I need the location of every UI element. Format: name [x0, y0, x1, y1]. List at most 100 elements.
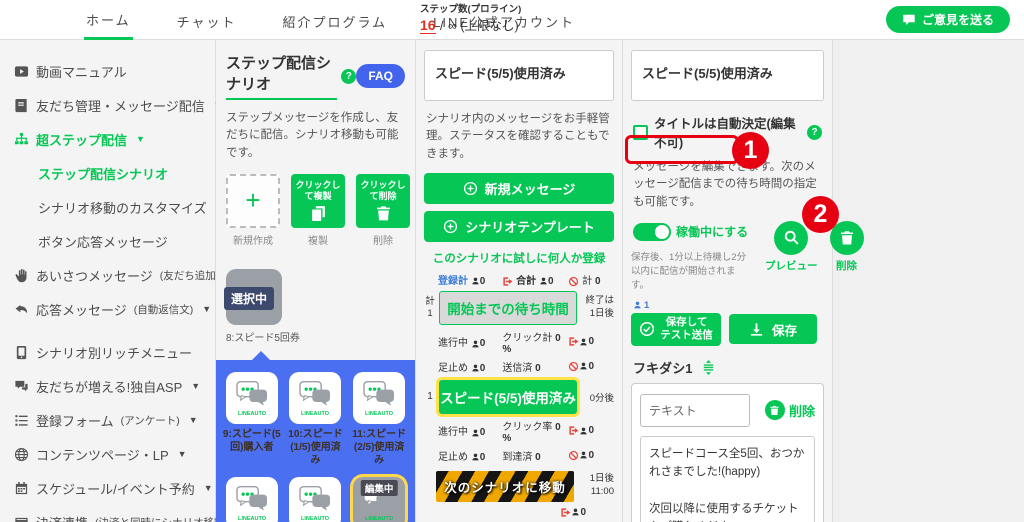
duplicate-scenario-button[interactable]: クリックして複製 複製 — [291, 173, 345, 247]
chat-bubbles-icon — [14, 379, 29, 394]
new-scenario-button[interactable]: + 新規作成 — [226, 173, 280, 247]
help-icon[interactable]: ? — [807, 124, 822, 140]
sidebar-label: 決済連携 — [36, 513, 88, 522]
nav-home[interactable]: ホーム — [84, 0, 133, 40]
scenario-tile-9[interactable]: LINEAUTO 9:スピード(5回)購入者 — [222, 371, 282, 467]
video-icon — [14, 64, 29, 79]
person-icon — [539, 276, 548, 286]
lineauto-brand: LINEAUTO — [301, 411, 330, 416]
sidebar-item-schedule-event[interactable]: スケジュール/イベント予約 ▼ — [14, 471, 215, 505]
sidebar-label-suffix: (自動返信文) — [133, 303, 194, 316]
copy-icon — [310, 205, 327, 222]
preview-button[interactable]: プレビュー — [765, 220, 818, 294]
plus-circle-icon — [463, 181, 478, 196]
panel-description: シナリオ内のメッセージをお手軽管理。ステータスを確認することもできます。 — [426, 113, 610, 160]
svg-text:LINEAUTO: LINEAUTO — [365, 516, 394, 521]
test-register-link[interactable]: このシナリオに試しに何人か登録 — [424, 250, 614, 266]
sidebar-label: シナリオ別リッチメニュー — [36, 345, 193, 361]
lineauto-brand: LINEAUTO — [238, 411, 267, 416]
scenario-tile-10[interactable]: LINEAUTO 10:スピード(1/5)使用済み — [286, 371, 346, 467]
new-message-button[interactable]: 新規メッセージ — [424, 172, 614, 204]
lineauto-brand: LINEAUTO — [238, 516, 267, 521]
active-toggle-label: 稼働中にする — [676, 225, 749, 240]
smartphone-icon — [14, 345, 29, 360]
sidebar-label: シナリオ移動のカスタマイズ — [38, 200, 207, 216]
sidebar-item-scenario-rich-menu[interactable]: シナリオ別リッチメニュー — [14, 335, 215, 369]
help-icon[interactable]: ? — [341, 68, 357, 84]
current-message-box[interactable]: スピード(5/5)使用済み — [439, 379, 577, 414]
person-icon — [471, 428, 480, 438]
new-scenario-label: 新規作成 — [233, 235, 273, 247]
save-and-test-button[interactable]: 保存して テスト送信 — [631, 312, 721, 346]
selected-scenario[interactable]: 選択中 — [224, 268, 286, 325]
chevron-down-icon: ▼ — [136, 134, 145, 144]
sidebar-item-step-delivery-scenario[interactable]: ステップ配信シナリオ — [14, 156, 215, 190]
exit-total-label: 合計 — [516, 275, 537, 287]
duplicate-label: 複製 — [308, 235, 328, 247]
wait-time-box[interactable]: 開始までの待ち時間 — [439, 290, 577, 325]
sidebar-label: ボタン応答メッセージ — [38, 234, 168, 250]
scenario-tile-11[interactable]: LINEAUTO 11:スピード(2/5)使用済み — [349, 371, 409, 467]
save-button[interactable]: 保存 — [729, 314, 817, 344]
check-circle-icon — [639, 321, 655, 337]
scenario-template-button[interactable]: シナリオテンプレート — [424, 210, 614, 242]
scenario-tile-label: 11:スピード(2/5)使用済み — [352, 428, 407, 466]
sidebar-item-scenario-move-customize[interactable]: シナリオ移動のカスタマイズ — [14, 190, 215, 224]
sidebar-item-own-asp[interactable]: 友だちが増える!独自ASP ▼ — [14, 369, 215, 403]
scenario-tile-14-editing[interactable]: LINEAUTO 編集中 14:スピード(5/5)使用済み — [349, 476, 409, 522]
stat-row: 進行中 0 クリック計 0 % 0 — [438, 332, 595, 355]
auto-title-checkbox[interactable] — [633, 124, 648, 140]
selected-badge: 選択中 — [224, 286, 275, 310]
sidebar-label: 超ステップ配信 — [36, 132, 128, 148]
sidebar-item-friend-management[interactable]: 友だち管理・メッセージ配信▼ — [14, 88, 223, 122]
delete-label: 削除 — [373, 235, 393, 247]
sidebar-label: ステップ配信シナリオ — [38, 166, 169, 182]
move-next-scenario-banner[interactable]: 次のシナリオに移動 — [436, 470, 574, 502]
delete-scenario-button[interactable]: クリックして削除 削除 — [356, 173, 410, 247]
sidebar-item-video-manual[interactable]: 動画マニュアル — [14, 54, 215, 88]
scenario-tile-12[interactable]: LINEAUTO 12:スピード(3/5)使用済み — [222, 476, 282, 522]
exit-icon — [560, 507, 571, 518]
sidebar-label: 動画マニュアル — [36, 64, 127, 80]
hand-icon — [14, 268, 29, 283]
scenario-tile-13[interactable]: LINEAUTO 13:スピード(4/5)使用済み — [286, 476, 346, 522]
svg-text:LINEAUTO: LINEAUTO — [238, 411, 267, 416]
nav-chat[interactable]: チャット — [175, 1, 239, 39]
trash-icon — [375, 205, 392, 222]
faq-button[interactable]: FAQ — [356, 64, 405, 88]
toggle-note: 保存後、1分以上待機し2分以内に配信が開始されます。 — [631, 251, 747, 292]
sidebar-item-registration-form[interactable]: 登録フォーム (アンケート) ▼ — [14, 403, 215, 437]
ban-total-label: 計 — [582, 275, 593, 287]
message-textarea[interactable]: スピードコース全5回、おつかれさまでした!(happy) 次回以降に使用するチケ… — [640, 435, 815, 522]
sidebar-item-super-step-delivery[interactable]: 超ステップ配信 ▼ — [14, 122, 215, 156]
editing-badge: 編集中 — [360, 479, 398, 496]
sidebar-label-suffix: (決済と同時にシナリオ移動) — [95, 515, 228, 522]
delete-message-button[interactable]: 削除 — [829, 220, 864, 294]
nav-referral-program[interactable]: 紹介プログラム — [281, 1, 390, 39]
delete-bubble-label: 削除 — [788, 403, 815, 419]
sidebar-item-auto-reply-message[interactable]: 応答メッセージ (自動返信文) ▼ — [14, 292, 215, 326]
drag-handle-icon[interactable] — [701, 360, 716, 375]
credit-card-icon — [14, 515, 29, 522]
step-counter-divider: / — [440, 18, 444, 33]
ban-icon — [568, 276, 579, 287]
chat-tile-icon — [360, 379, 398, 409]
bubble-title: フキダシ1 — [633, 360, 693, 376]
feedback-button[interactable]: ご意見を送る — [885, 6, 1010, 33]
scenario-template-label: シナリオテンプレート — [465, 219, 595, 235]
person-icon — [471, 276, 480, 286]
sidebar-item-button-response-message[interactable]: ボタン応答メッセージ — [14, 224, 215, 258]
exit-icon — [502, 276, 513, 287]
active-toggle[interactable] — [633, 222, 671, 241]
sidebar-item-greeting-message[interactable]: あいさつメッセージ (友だち追加時) — [14, 258, 230, 292]
sidebar-item-content-page-lp[interactable]: コンテンツページ・LP ▼ — [14, 437, 215, 471]
panel-title: ステップ配信シナリオ — [226, 52, 338, 100]
scenario-grid: LINEAUTO 9:スピード(5回)購入者 LINEAUTO 10:スピード(… — [216, 350, 415, 522]
new-message-label: 新規メッセージ — [484, 181, 576, 197]
message-type-field[interactable]: テキスト — [640, 393, 750, 427]
sidebar-item-payment-link[interactable]: 決済連携(決済と同時にシナリオ移動)▼ — [14, 505, 246, 522]
end-note: 終了は 1日後 — [585, 295, 614, 319]
exit-icon — [568, 425, 579, 436]
scenario-list-panel: ステップ配信シナリオ ? FAQ ステップメッセージを作成し、友だちに配信。シナ… — [216, 40, 416, 522]
delete-bubble-button[interactable]: 削除 — [764, 400, 815, 420]
